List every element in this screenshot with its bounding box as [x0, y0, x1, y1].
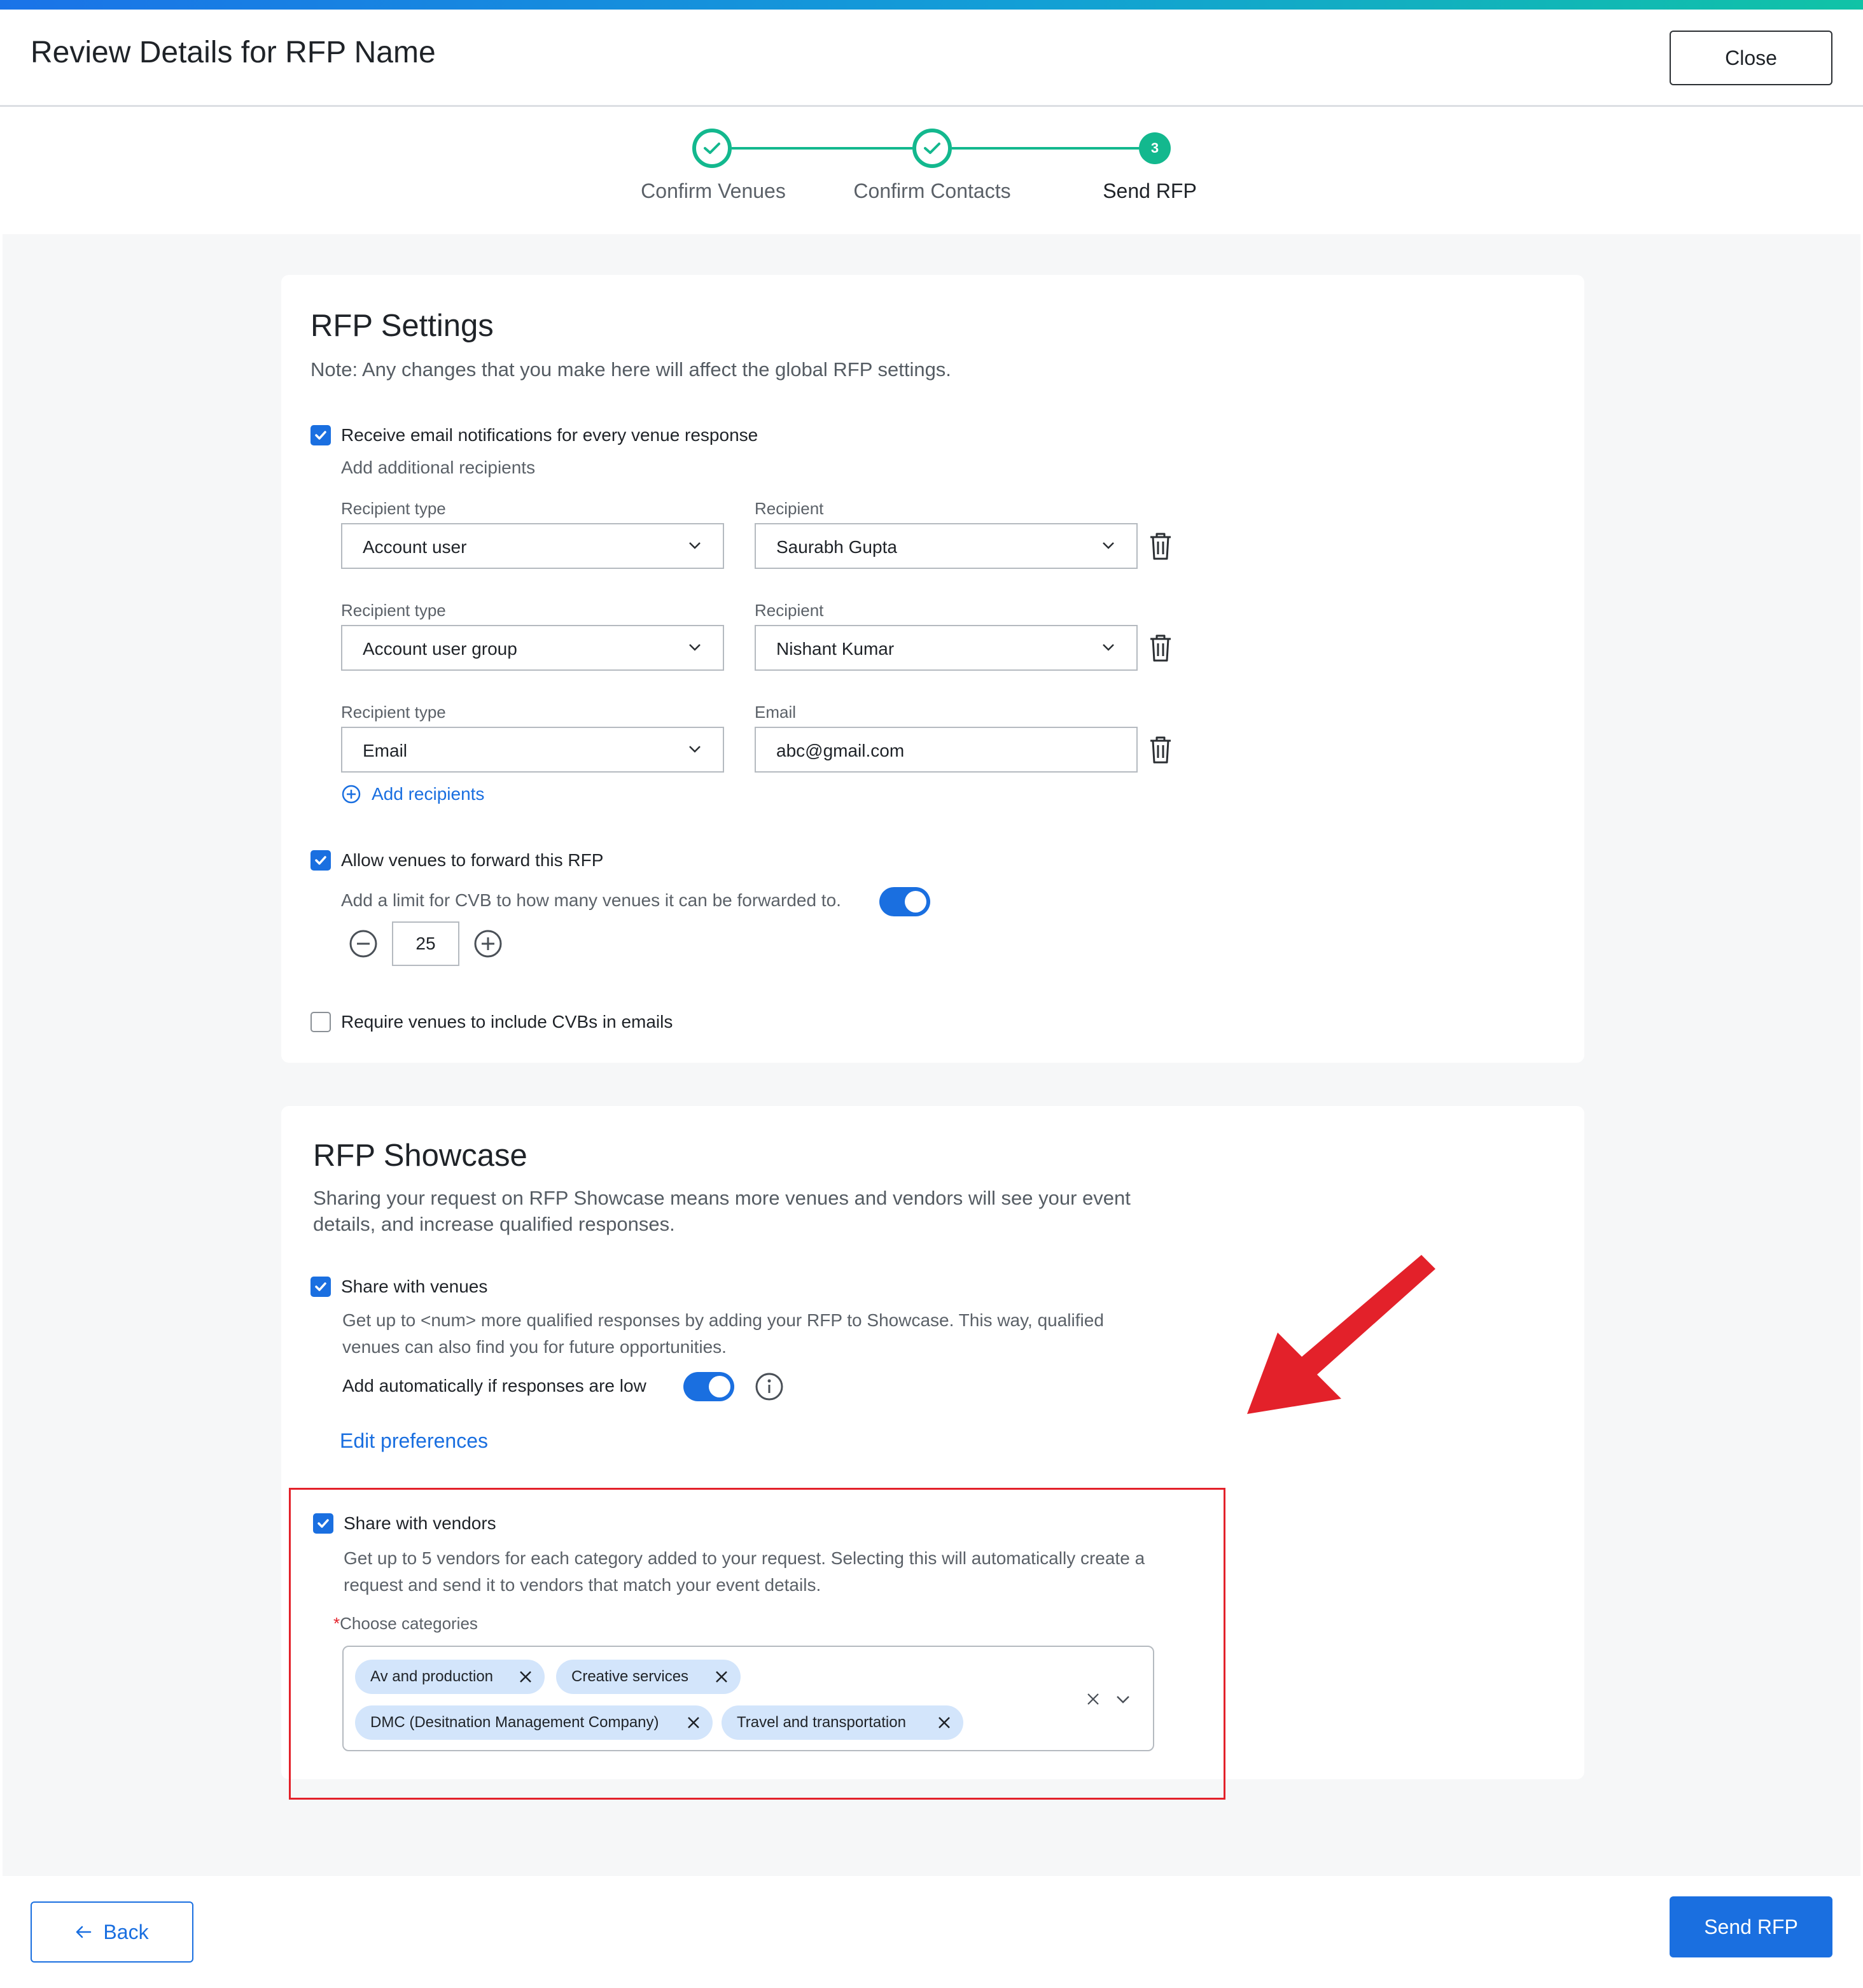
allow-forward-label: Allow venues to forward this RFP: [341, 850, 604, 870]
allow-forward-checkbox[interactable]: [310, 850, 331, 871]
share-venues-description: Get up to <num> more qualified responses…: [342, 1310, 1104, 1357]
header: Review Details for RFP Name Close: [0, 10, 1863, 107]
recipient-type-label: Recipient type: [341, 703, 446, 722]
email-notifications-label: Receive email notifications for every ve…: [341, 425, 758, 445]
step-label-confirm-venues[interactable]: Confirm Venues: [599, 179, 828, 203]
category-chip-label: DMC (Desitnation Management Company): [370, 1714, 659, 1731]
chevron-down-icon[interactable]: [1116, 1695, 1130, 1704]
recipient-type-select[interactable]: Account user: [341, 523, 724, 569]
require-cvb-checkbox[interactable]: [310, 1012, 331, 1032]
add-recipients-label: Add recipients: [372, 784, 485, 804]
share-venues-checkbox[interactable]: [310, 1277, 331, 1297]
recipient-select[interactable]: Saurabh Gupta: [755, 523, 1138, 569]
chevron-down-icon: [1103, 644, 1114, 651]
category-chip-label: Travel and transportation: [737, 1714, 906, 1731]
rfp-settings-title: RFP Settings: [310, 309, 494, 343]
step-label-send-rfp: Send RFP: [1103, 179, 1197, 202]
rfp-settings-card: RFP Settings Note: Any changes that you …: [281, 275, 1584, 1063]
recipient-type-value: Account user group: [363, 639, 517, 659]
auto-add-toggle[interactable]: [683, 1372, 734, 1401]
recipient-label: Recipient: [755, 601, 824, 620]
trash-icon[interactable]: [1148, 634, 1173, 663]
email-label: Email: [755, 703, 797, 722]
minus-circle-icon[interactable]: [349, 929, 378, 958]
email-notifications-checkbox[interactable]: [310, 425, 331, 445]
rfp-showcase-description: Sharing your request on RFP Showcase mea…: [313, 1187, 1131, 1235]
email-field[interactable]: abc@gmail.com: [755, 727, 1138, 773]
plus-circle-icon[interactable]: [473, 929, 503, 958]
step-current-number: 3: [1139, 132, 1171, 164]
email-value: abc@gmail.com: [776, 741, 905, 760]
annotation-arrow-icon: [1247, 1255, 1435, 1414]
back-label: Back: [103, 1920, 149, 1943]
forward-limit-toggle[interactable]: [879, 887, 930, 916]
chevron-down-icon: [689, 644, 701, 651]
recipient-type-value: Account user: [363, 537, 467, 557]
add-recipients-link[interactable]: Add recipients: [341, 784, 484, 804]
rfp-showcase-title: RFP Showcase: [313, 1138, 527, 1173]
forward-limit-label: Add a limit for CVB to how many venues i…: [341, 890, 841, 910]
step-complete-check-icon: [692, 129, 732, 168]
recipient-type-select[interactable]: Email: [341, 727, 724, 773]
remove-chip-icon[interactable]: [937, 1715, 952, 1730]
chevron-down-icon: [1103, 542, 1114, 549]
send-rfp-button[interactable]: Send RFP: [1670, 1896, 1832, 1957]
categories-multiselect[interactable]: Av and production Creative services DMC …: [342, 1646, 1154, 1751]
recipient-label: Recipient: [755, 499, 824, 518]
recipient-type-label: Recipient type: [341, 601, 446, 620]
step-complete-check-icon: [912, 129, 952, 168]
step-label-confirm-contacts[interactable]: Confirm Contacts: [818, 179, 1047, 203]
recipient-type-value: Email: [363, 741, 408, 760]
forward-limit-input[interactable]: 25: [392, 921, 459, 966]
recipient-select[interactable]: Nishant Kumar: [755, 625, 1138, 671]
recipient-value: Nishant Kumar: [776, 639, 895, 659]
category-chip: DMC (Desitnation Management Company): [355, 1705, 713, 1740]
clear-all-icon[interactable]: [1085, 1691, 1101, 1707]
chevron-down-icon: [689, 542, 701, 549]
back-button[interactable]: Back: [31, 1901, 193, 1963]
step-connector: [952, 147, 1139, 150]
recipient-type-label: Recipient type: [341, 499, 446, 518]
arrow-left-icon: [76, 1926, 92, 1938]
additional-recipients-label: Add additional recipients: [341, 458, 536, 477]
category-chip-label: Av and production: [370, 1668, 494, 1685]
recipient-value: Saurabh Gupta: [776, 537, 897, 557]
top-accent-bar: [0, 0, 1863, 10]
trash-icon[interactable]: [1148, 736, 1173, 765]
category-chip: Av and production: [355, 1660, 545, 1694]
category-chip-label: Creative services: [571, 1668, 689, 1685]
info-icon[interactable]: [755, 1372, 784, 1401]
category-chip: Creative services: [556, 1660, 741, 1694]
trash-icon[interactable]: [1148, 532, 1173, 561]
chevron-down-icon: [689, 746, 701, 753]
plus-circle-icon: [342, 785, 361, 804]
remove-chip-icon[interactable]: [714, 1669, 729, 1684]
recipient-type-select[interactable]: Account user group: [341, 625, 724, 671]
edit-preferences-link[interactable]: Edit preferences: [340, 1429, 488, 1453]
require-cvb-label: Require venues to include CVBs in emails: [341, 1012, 673, 1032]
auto-add-label: Add automatically if responses are low: [342, 1376, 646, 1396]
page-title: Review Details for RFP Name: [31, 36, 436, 69]
close-button[interactable]: Close: [1670, 31, 1832, 85]
progress-stepper: 3 Confirm Venues Confirm Contacts Send R…: [0, 107, 1863, 234]
remove-chip-icon[interactable]: [686, 1715, 701, 1730]
step-connector: [732, 147, 912, 150]
remove-chip-icon[interactable]: [518, 1669, 533, 1684]
annotation-highlight-box: [289, 1488, 1225, 1800]
category-chip: Travel and transportation: [722, 1705, 963, 1740]
rfp-settings-note: Note: Any changes that you make here wil…: [310, 358, 951, 381]
share-venues-label: Share with venues: [341, 1277, 488, 1296]
